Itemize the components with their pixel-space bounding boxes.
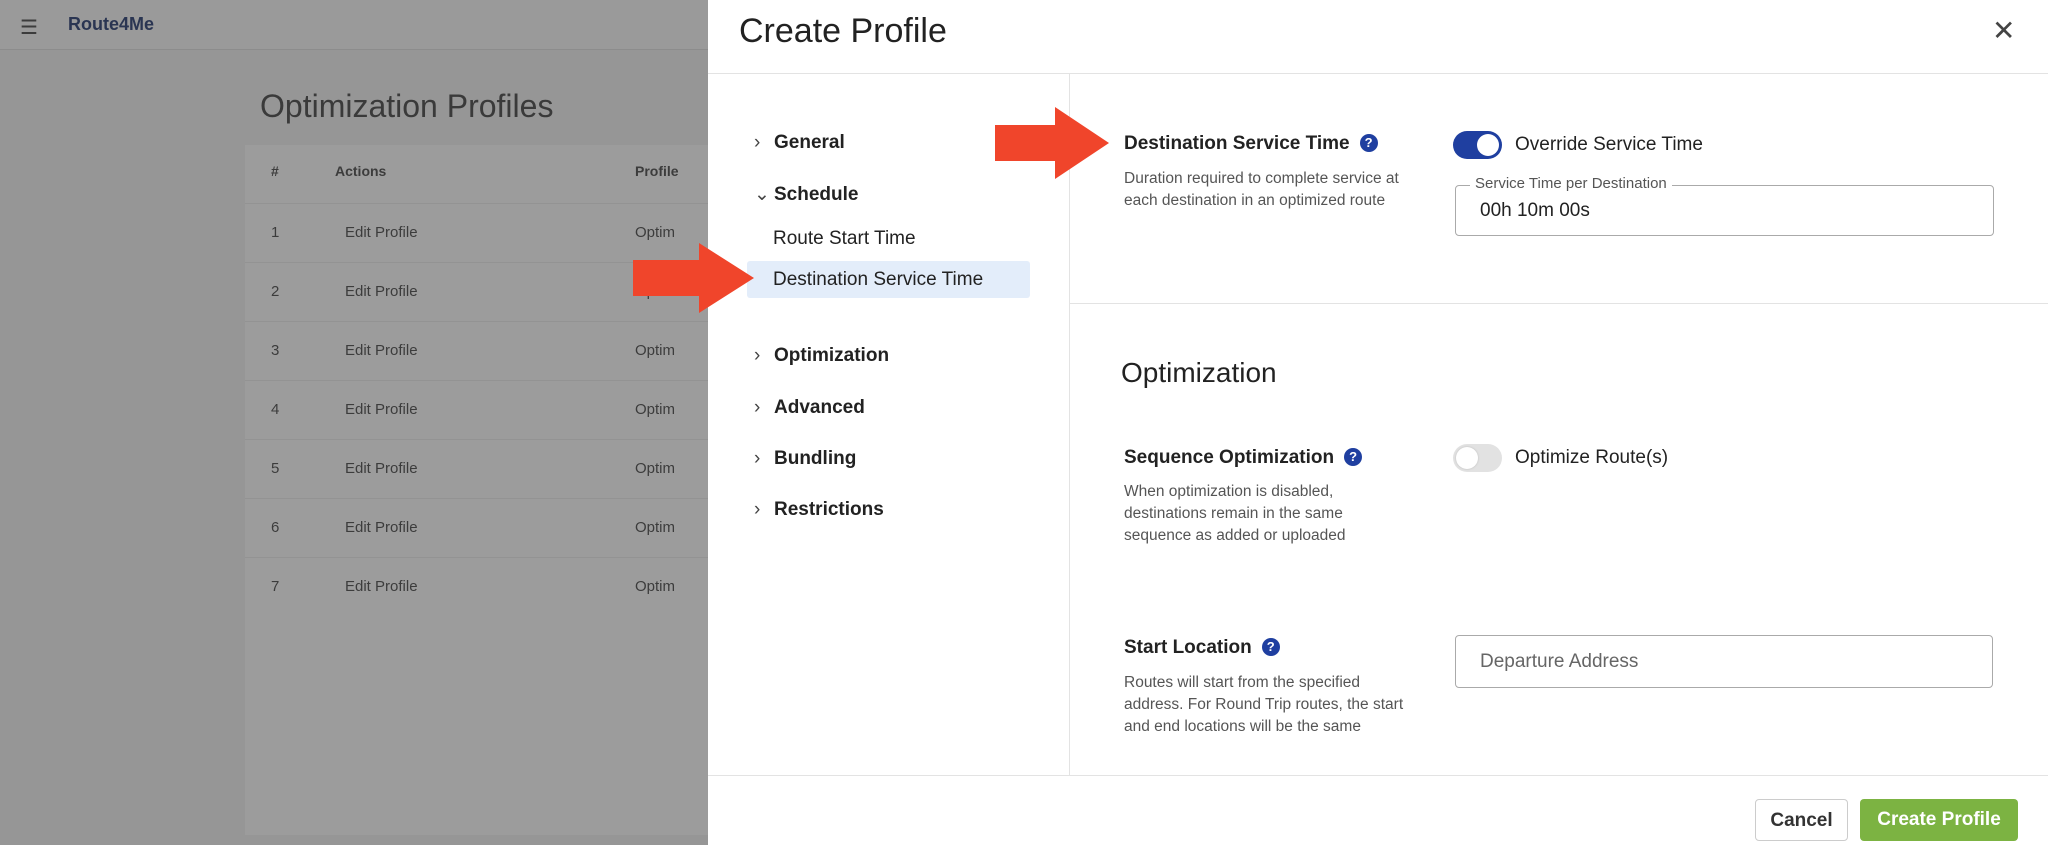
optimize-routes-toggle[interactable] xyxy=(1453,444,1502,472)
table-cell: 3 xyxy=(271,342,280,359)
divider xyxy=(1070,303,2048,304)
toggle-label: Optimize Route(s) xyxy=(1515,447,1669,468)
create-profile-modal: Create Profile ✕ › General ⌄ Schedule Rout… xyxy=(708,0,2048,845)
service-time-label: Destination Service Time? xyxy=(1124,133,1378,155)
column-header: Profile xyxy=(635,163,679,179)
help-icon[interactable]: ? xyxy=(1261,638,1280,656)
chevron-down-icon: ⌄ xyxy=(754,184,770,205)
table-cell: Edit Profile xyxy=(345,283,418,300)
table-cell: 5 xyxy=(271,460,280,477)
table-cell: Optim xyxy=(635,342,676,359)
cancel-button[interactable]: Cancel xyxy=(1755,799,1848,841)
top-bar: ☰ Route4Me xyxy=(0,0,708,50)
table-cell: Optim xyxy=(635,401,676,418)
sequence-optimization-description: When optimization is disabled, destinati… xyxy=(1124,483,1346,544)
label-text: Destination Service Time xyxy=(1124,133,1350,154)
table-cell: Edit Profile xyxy=(345,460,418,477)
nav-label: Advanced xyxy=(774,397,865,418)
nav-route-start-time[interactable]: Route Start Time xyxy=(773,228,916,250)
field-label: Service Time per Destination xyxy=(1470,175,1672,192)
override-service-time-toggle[interactable] xyxy=(1453,131,1502,159)
nav-destination-service-time[interactable]: Destination Service Time xyxy=(747,261,1030,298)
start-location-label: Start Location? xyxy=(1124,637,1280,659)
chevron-right-icon: › xyxy=(754,499,761,520)
table-cell: Edit Profile xyxy=(345,519,418,536)
nav-optimization[interactable]: › Optimization xyxy=(754,345,889,367)
nav-general[interactable]: › General xyxy=(754,132,845,154)
field-value: 00h 10m 00s xyxy=(1480,200,1590,221)
nav-advanced[interactable]: › Advanced xyxy=(754,397,865,419)
table-cell: Edit Profile xyxy=(345,578,418,595)
placeholder: Departure Address xyxy=(1480,651,1639,672)
nav-label: Restrictions xyxy=(774,499,884,520)
service-time-input[interactable]: Service Time per Destination 00h 10m 00s xyxy=(1455,175,1994,236)
column-header: # xyxy=(271,163,279,179)
modal-title: Create Profile xyxy=(739,12,947,50)
table-cell: Edit Profile xyxy=(345,342,418,359)
red-arrow-annotation xyxy=(995,107,1109,179)
help-icon[interactable]: ? xyxy=(1359,134,1378,152)
chevron-right-icon: › xyxy=(754,397,761,418)
nav-label: Bundling xyxy=(774,448,857,469)
table-cell: 6 xyxy=(271,519,280,536)
table-cell: Optim xyxy=(635,460,676,477)
table-row: 7 Edit Profile Optim xyxy=(245,557,708,616)
create-profile-button[interactable]: Create Profile xyxy=(1860,799,2018,841)
toggle-label: Override Service Time xyxy=(1515,134,1703,155)
sequence-optimization-label: Sequence Optimization? xyxy=(1124,447,1363,469)
table-cell: Optim xyxy=(635,519,676,536)
section-heading: Optimization xyxy=(1121,357,1277,388)
nav-bundling[interactable]: › Bundling xyxy=(754,448,856,470)
table-cell: Edit Profile xyxy=(345,401,418,418)
service-time-description: Duration required to complete service at… xyxy=(1124,170,1399,209)
close-icon[interactable]: ✕ xyxy=(1992,14,2015,47)
red-arrow-annotation xyxy=(633,243,754,313)
start-location-description: Routes will start from the specified add… xyxy=(1124,674,1404,735)
table-cell: Edit Profile xyxy=(345,224,418,241)
modal-backdrop[interactable]: ☰ Route4Me Optimization Profiles # Actio… xyxy=(0,0,708,845)
table-cell: 7 xyxy=(271,578,280,595)
table-row: 5 Edit Profile Optim xyxy=(245,439,708,498)
page-title: Optimization Profiles xyxy=(260,88,554,124)
nav-label: Optimization xyxy=(774,345,890,366)
nav-schedule[interactable]: ⌄ Schedule xyxy=(754,183,858,206)
table-cell: 1 xyxy=(271,224,280,241)
table-row: 6 Edit Profile Optim xyxy=(245,498,708,557)
column-header: Actions xyxy=(335,163,387,179)
nav-restrictions[interactable]: › Restrictions xyxy=(754,499,884,521)
label-text: Sequence Optimization xyxy=(1124,447,1335,468)
table-cell: 4 xyxy=(271,401,280,418)
chevron-right-icon: › xyxy=(754,132,761,153)
modal-footer: Cancel Create Profile xyxy=(708,775,2048,845)
help-icon[interactable]: ? xyxy=(1344,448,1363,466)
table-cell: 2 xyxy=(271,283,280,300)
app-logo: Route4Me xyxy=(68,14,155,34)
nav-label: General xyxy=(774,132,845,153)
table-cell: Optim xyxy=(635,578,676,595)
table-row: 4 Edit Profile Optim xyxy=(245,380,708,439)
label-text: Start Location xyxy=(1124,637,1252,658)
menu-icon: ☰ xyxy=(20,17,38,39)
table-row: 3 Edit Profile Optim xyxy=(245,321,708,380)
chevron-right-icon: › xyxy=(754,345,761,366)
profile-content: Destination Service Time? Duration requi… xyxy=(1070,74,2048,775)
nav-label: Schedule xyxy=(774,184,859,205)
chevron-right-icon: › xyxy=(754,448,761,469)
departure-address-input[interactable]: Departure Address xyxy=(1455,635,1993,688)
table-cell: Optim xyxy=(635,224,676,241)
